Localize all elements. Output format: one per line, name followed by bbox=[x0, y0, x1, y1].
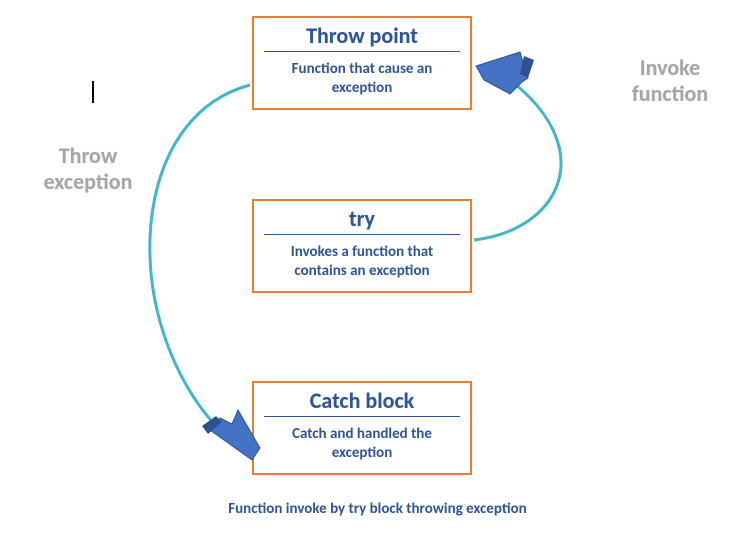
throw-point-desc: Function that cause an exception bbox=[254, 56, 470, 108]
diagram-caption: Function invoke by try block throwing ex… bbox=[0, 500, 755, 518]
try-title: try bbox=[254, 201, 470, 234]
divider bbox=[264, 51, 460, 52]
catch-title: Catch block bbox=[254, 383, 470, 416]
throw-point-title: Throw point bbox=[254, 18, 470, 51]
text-cursor bbox=[92, 81, 94, 103]
box-catch: Catch block Catch and handled the except… bbox=[252, 381, 472, 475]
label-invoke-function: Invoke function bbox=[615, 55, 725, 108]
arrow-path-throw bbox=[150, 85, 250, 440]
box-try: try Invokes a function that contains an … bbox=[252, 199, 472, 293]
label-throw-exception: Throw exception bbox=[28, 143, 148, 196]
catch-desc: Catch and handled the exception bbox=[254, 421, 470, 473]
divider bbox=[264, 234, 460, 235]
try-desc: Invokes a function that contains an exce… bbox=[254, 239, 470, 291]
divider bbox=[264, 416, 460, 417]
box-throw-point: Throw point Function that cause an excep… bbox=[252, 16, 472, 110]
arrow-path-invoke bbox=[474, 80, 561, 240]
arrowhead-invoke bbox=[476, 52, 534, 94]
